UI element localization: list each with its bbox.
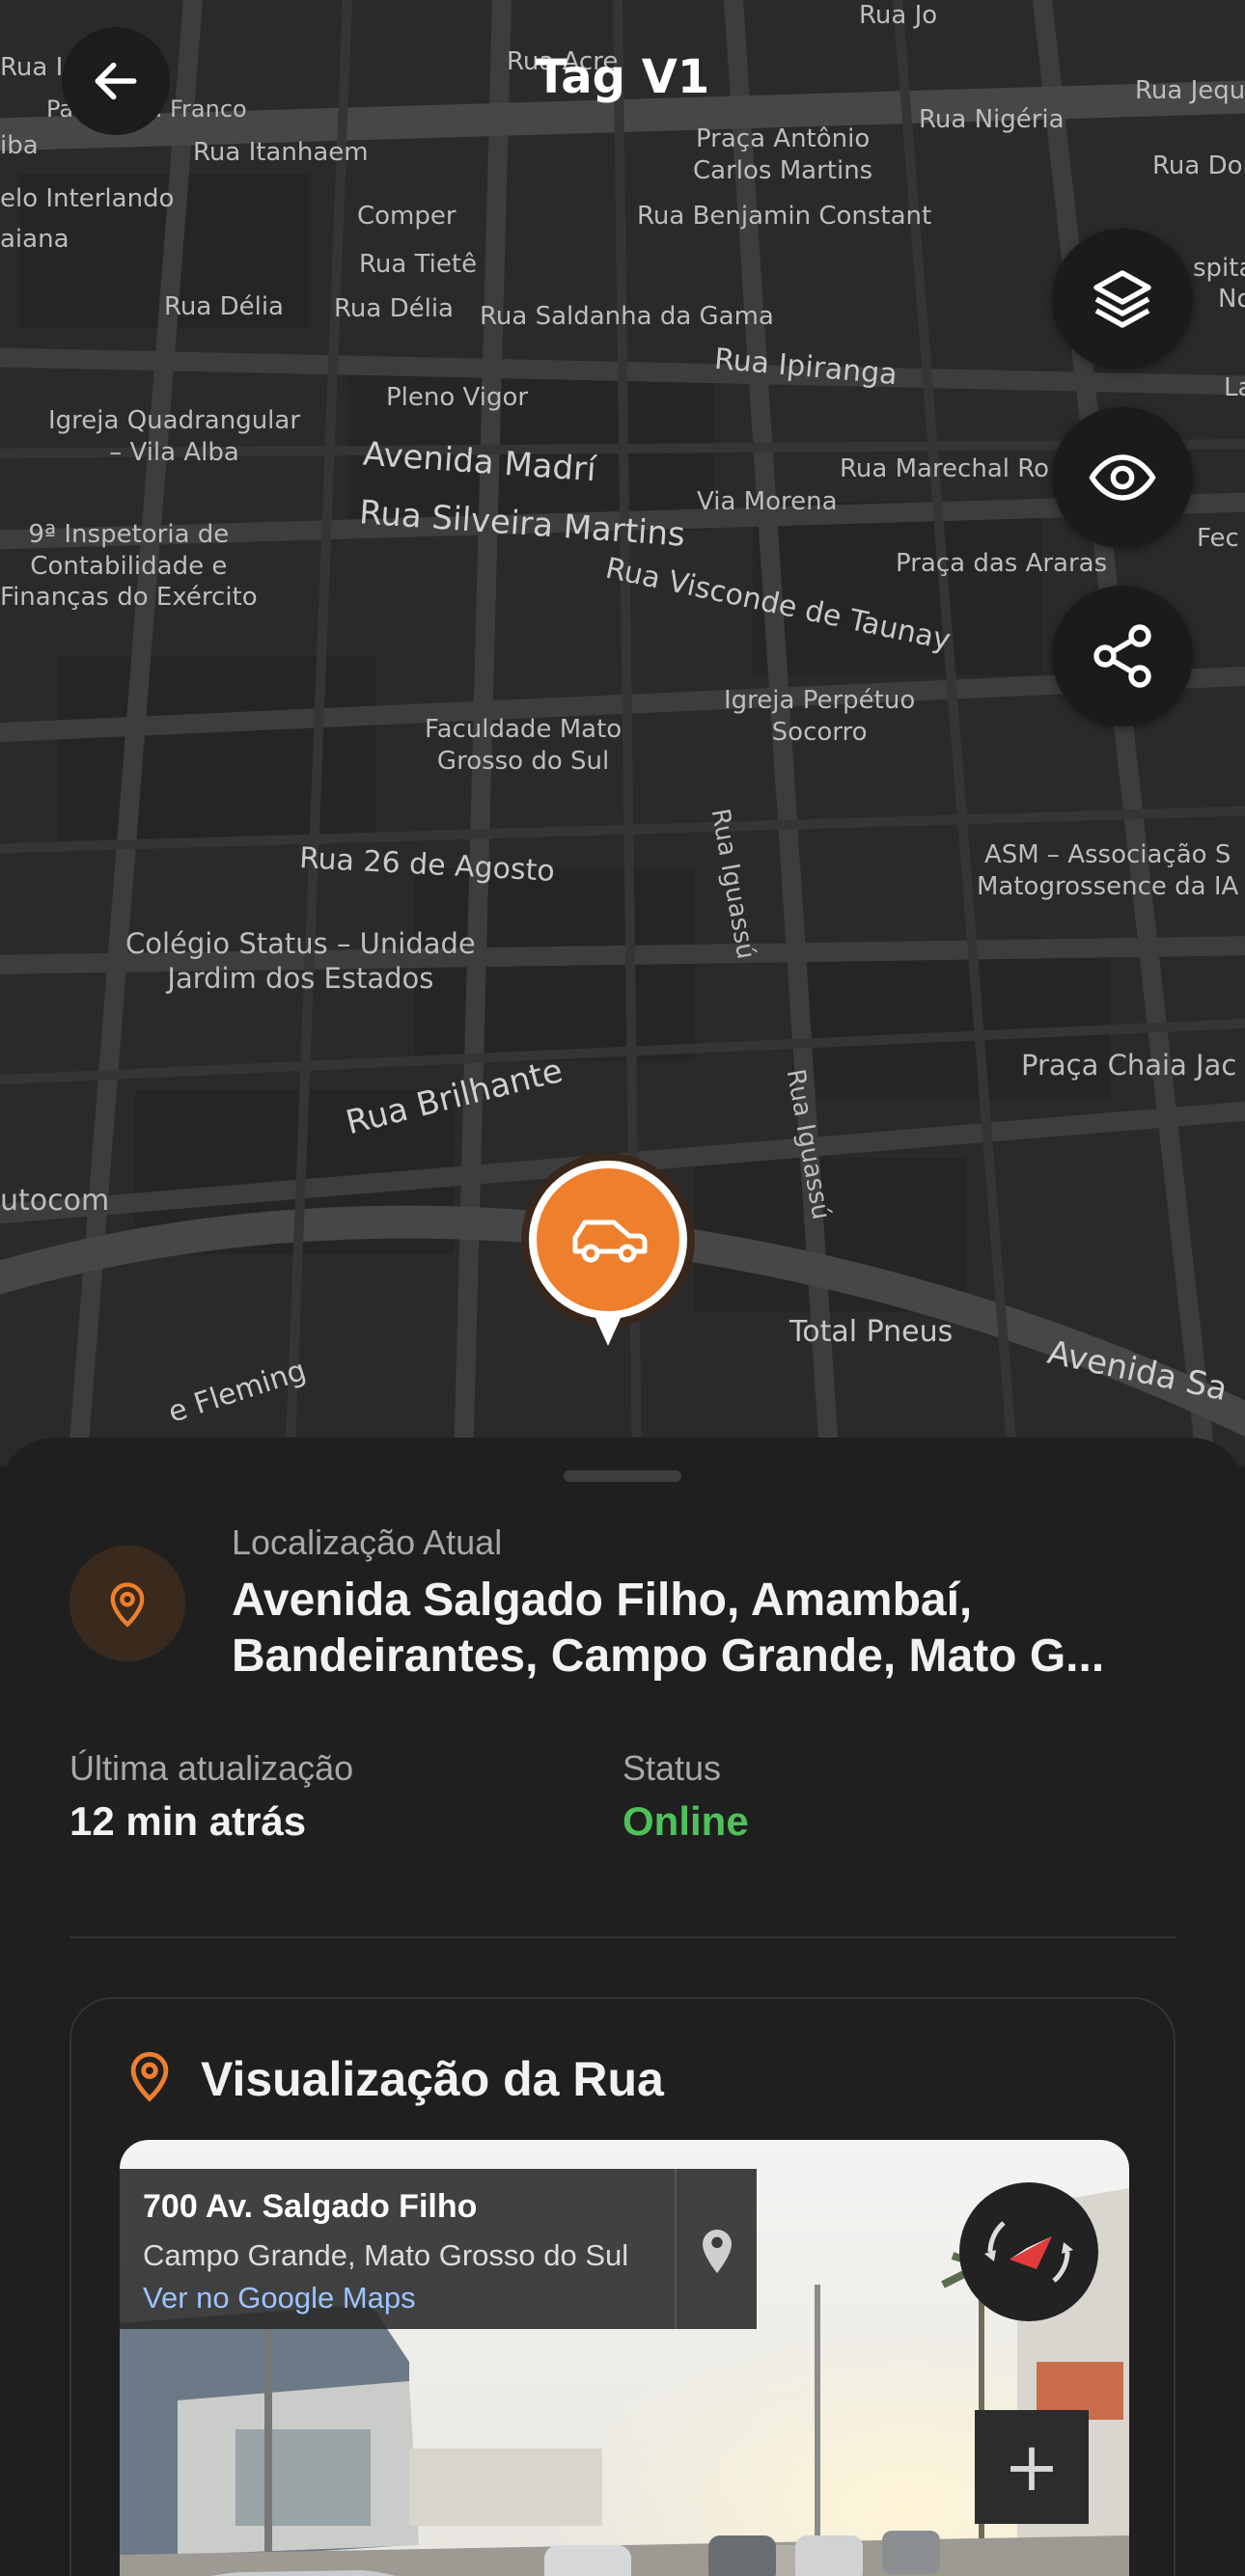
layers-button[interactable] <box>1052 229 1193 370</box>
map-label: Rua Délia <box>164 292 284 321</box>
map-pin-icon <box>110 1582 145 1628</box>
map-label: Igreja Quadrangular – Vila Alba <box>48 406 301 467</box>
street-view-address: 700 Av. Salgado Filho <box>143 2188 478 2225</box>
divider <box>69 1936 1176 1938</box>
map-label: Fec <box>1197 524 1239 553</box>
map-label: spita <box>1193 254 1245 283</box>
map-label: No <box>1218 285 1245 314</box>
map-view[interactable]: Rua Jo Rua Acre Rua Ipanema Padaria R. F… <box>0 0 1245 1466</box>
map-label: Igreja Perpétuo Socorro <box>724 686 916 747</box>
street-view-card: Visualização da Rua 700 Av. Salgado Filh… <box>69 1997 1176 2576</box>
zoom-in-button[interactable]: + <box>975 2410 1089 2524</box>
map-label: Praça das Araras <box>896 549 1108 578</box>
eye-icon <box>1089 454 1156 501</box>
map-label: Rua Délia <box>334 294 454 323</box>
street-view-city: Campo Grande, Mato Grosso do Sul <box>143 2238 629 2272</box>
map-label: Rua Benjamin Constant <box>637 202 932 231</box>
map-label: Praça Chaia Jac <box>1021 1049 1237 1082</box>
vehicle-marker[interactable] <box>521 1153 695 1356</box>
map-label: Via Morena <box>697 487 838 516</box>
map-label: ASM – Associação S Matogrossence da IA <box>977 840 1239 901</box>
status-caption: Status <box>622 1748 722 1788</box>
share-icon <box>1093 624 1151 688</box>
last-update-value: 12 min atrás <box>69 1798 307 1844</box>
street-view-panorama[interactable]: 700 Av. Salgado Filho Campo Grande, Mato… <box>120 2140 1129 2576</box>
map-label: elo Interlando <box>0 184 175 213</box>
layers-icon <box>1093 270 1151 328</box>
last-update-caption: Última atualização <box>69 1748 354 1788</box>
map-label: Total Pneus <box>789 1315 954 1349</box>
visibility-button[interactable] <box>1052 407 1193 548</box>
share-button[interactable] <box>1052 586 1193 726</box>
map-label: utocom <box>0 1184 110 1218</box>
map-pin-icon <box>702 2230 732 2273</box>
top-bar: Tag V1 <box>0 0 1245 164</box>
status-value: Online <box>622 1798 749 1844</box>
map-label: Colégio Status – Unidade Jardim dos Esta… <box>125 927 476 996</box>
drag-handle[interactable] <box>564 1470 681 1482</box>
location-badge <box>69 1546 185 1661</box>
map-label: La <box>1224 373 1245 402</box>
map-label: Faculdade Mato Grosso do Sul <box>425 715 622 776</box>
map-label: 9ª Inspetoria de Contabilidade e Finança… <box>0 520 258 612</box>
plus-icon: + <box>1003 2427 1061 2507</box>
map-label: Comper <box>357 202 456 231</box>
page-title: Tag V1 <box>535 50 710 104</box>
map-label: aiana <box>0 225 69 254</box>
bottom-sheet[interactable]: Localização Atual Avenida Salgado Filho,… <box>0 1438 1245 2576</box>
street-view-title: Visualização da Rua <box>201 2052 664 2106</box>
location-caption: Localização Atual <box>232 1522 503 1562</box>
open-google-maps-link[interactable]: Ver no Google Maps <box>143 2281 416 2316</box>
street-view-info-panel: 700 Av. Salgado Filho Campo Grande, Mato… <box>120 2169 757 2329</box>
car-icon <box>521 1153 695 1346</box>
location-address: Avenida Salgado Filho, Amambaí, Bandeira… <box>232 1575 1105 1682</box>
compass-button[interactable] <box>959 2182 1098 2321</box>
compass-icon <box>984 2221 1073 2283</box>
map-label: Rua Marechal Ro <box>840 454 1050 483</box>
map-label: Rua Tietê <box>359 250 478 279</box>
map-pin-icon <box>130 2051 169 2102</box>
map-label: Rua Saldanha da Gama <box>480 302 774 331</box>
map-label: Pleno Vigor <box>386 383 529 412</box>
street-view-pin-button[interactable] <box>675 2169 757 2329</box>
